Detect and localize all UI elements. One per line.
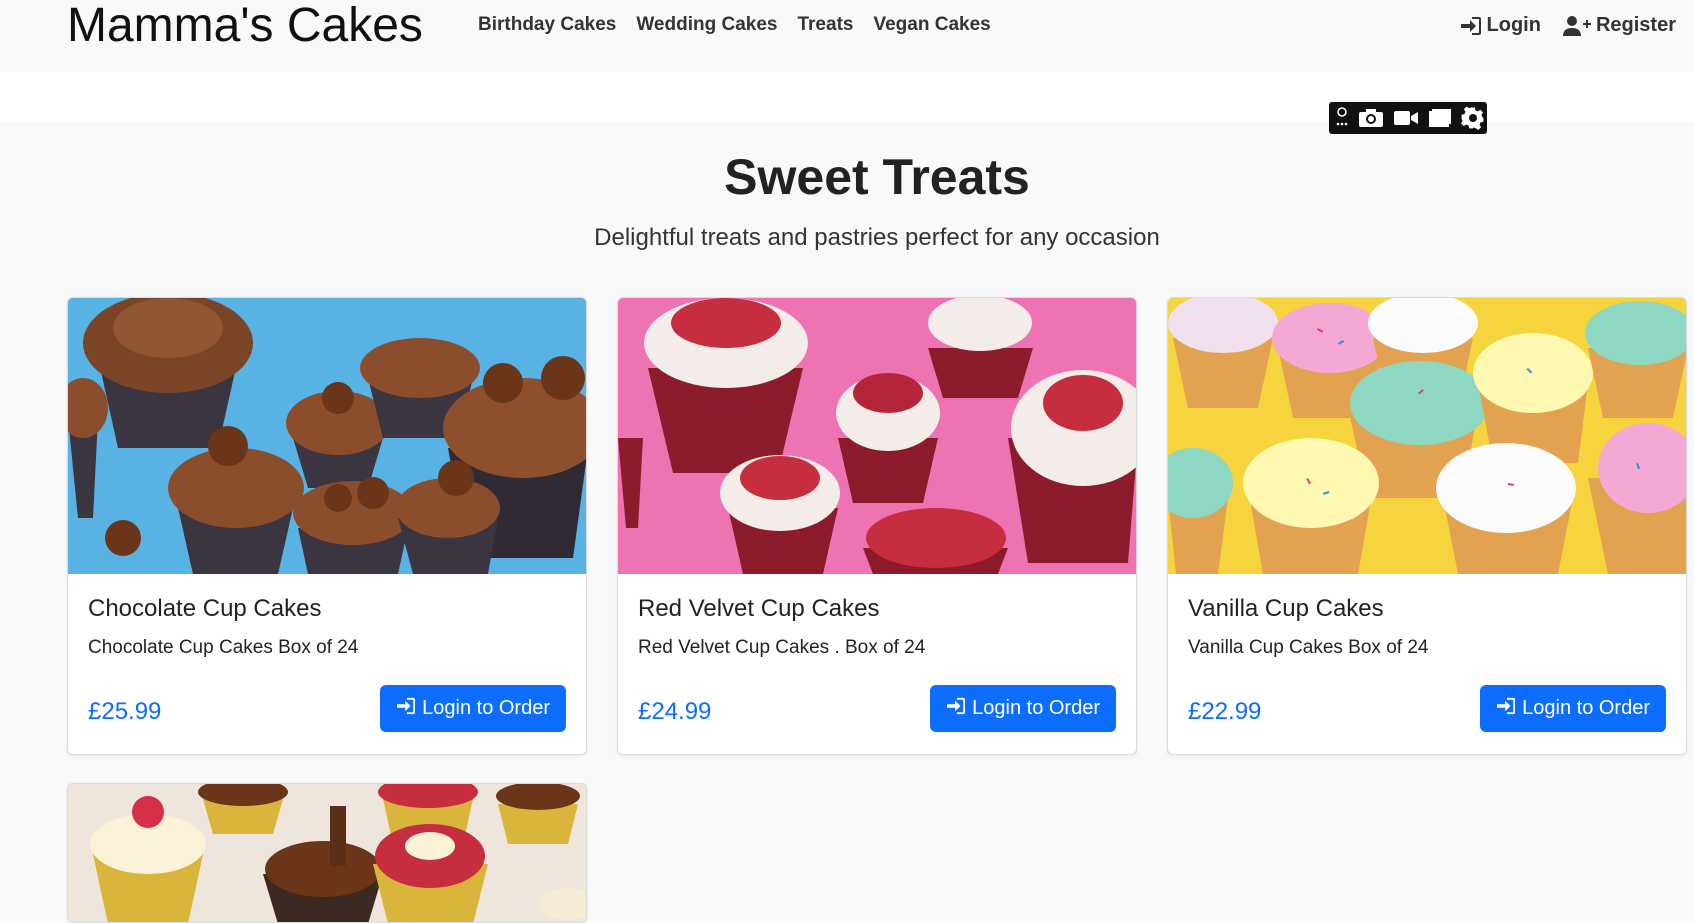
product-description: Red Velvet Cup Cakes . Box of 24 [638,637,926,658]
product-price: £25.99 [88,698,162,725]
camera-icon[interactable] [1358,108,1384,128]
product-card-red-velvet: Red Velvet Cup Cakes Red Velvet Cup Cake… [617,297,1137,755]
user-plus-icon [1562,15,1591,36]
nav-right: Login Register [1460,14,1676,37]
card-body: Red Velvet Cup Cakes Red Velvet Cup Cake… [618,574,1136,754]
nav-links: Birthday Cakes Wedding Cakes Treats Vega… [468,14,1001,36]
product-card-mixed [67,783,587,923]
product-card-chocolate: Chocolate Cup Cakes Chocolate Cup Cakes … [67,297,587,755]
product-image-red-velvet [618,298,1136,574]
login-link[interactable]: Login [1460,14,1541,37]
product-price: £24.99 [638,698,712,725]
nav-link-treats[interactable]: Treats [787,14,863,36]
sign-in-icon [946,697,966,721]
register-label: Register [1595,14,1676,36]
gear-icon[interactable] [1461,106,1485,130]
page-subtitle: Delightful treats and pastries perfect f… [594,224,1160,251]
sign-in-icon [1460,16,1482,36]
login-to-order-button[interactable]: Login to Order [930,685,1116,732]
video-icon[interactable] [1393,109,1419,127]
login-label: Login [1486,14,1541,36]
window-icon[interactable] [1428,108,1452,128]
product-image-vanilla [1168,298,1686,574]
nav-link-wedding-cakes[interactable]: Wedding Cakes [626,14,787,36]
login-to-order-button[interactable]: Login to Order [380,685,566,732]
nav-link-vegan-cakes[interactable]: Vegan Cakes [863,14,1000,36]
product-title: Red Velvet Cup Cakes [638,595,880,622]
product-price: £22.99 [1188,698,1262,725]
nav-link-birthday-cakes[interactable]: Birthday Cakes [468,14,626,36]
sign-in-icon [1496,697,1516,721]
page-title: Sweet Treats [724,149,1030,205]
button-label: Login to Order [1522,697,1650,719]
button-label: Login to Order [972,697,1100,719]
extension-icon[interactable] [1335,107,1349,129]
product-card-vanilla: Vanilla Cup Cakes Vanilla Cup Cakes Box … [1167,297,1687,755]
card-body: Vanilla Cup Cakes Vanilla Cup Cakes Box … [1168,574,1686,754]
product-image-mixed [68,784,586,922]
brand-logo[interactable]: Mamma's Cakes [67,0,423,52]
register-link[interactable]: Register [1562,14,1676,37]
product-title: Vanilla Cup Cakes [1188,595,1384,622]
product-title: Chocolate Cup Cakes [88,595,322,622]
product-image-chocolate [68,298,586,574]
login-to-order-button[interactable]: Login to Order [1480,685,1666,732]
screen-capture-toolbar [1329,102,1487,134]
navbar: Mamma's Cakes Birthday Cakes Wedding Cak… [0,0,1694,72]
button-label: Login to Order [422,697,550,719]
sign-in-icon [396,697,416,721]
product-description: Chocolate Cup Cakes Box of 24 [88,637,359,658]
card-body: Chocolate Cup Cakes Chocolate Cup Cakes … [68,574,586,754]
product-description: Vanilla Cup Cakes Box of 24 [1188,637,1429,658]
